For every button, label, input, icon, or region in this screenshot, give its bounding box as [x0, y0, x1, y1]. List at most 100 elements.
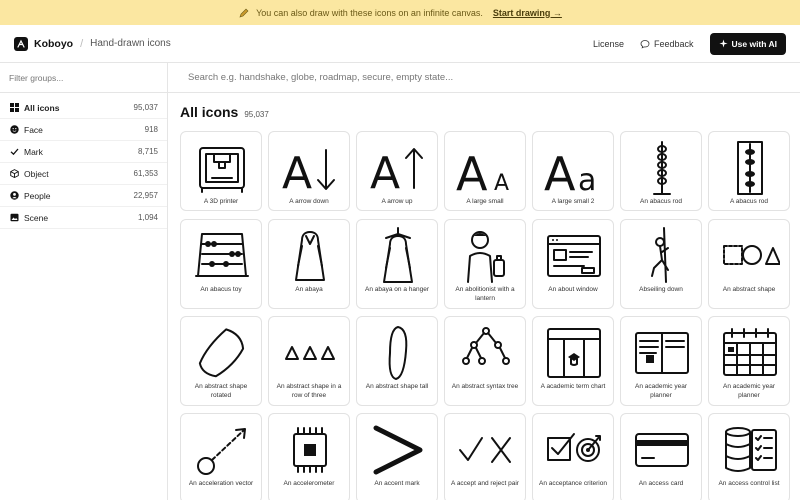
icon-card-label: An abstract syntax tree	[451, 383, 519, 390]
sidebar-item-label: People	[24, 190, 51, 201]
page-title: All icons	[180, 104, 239, 120]
svg-text:a: a	[578, 163, 596, 198]
brand-name[interactable]: Koboyo	[34, 38, 73, 50]
icon-card[interactable]: AaA large small 2	[532, 131, 614, 211]
icon-preview: A	[282, 148, 335, 198]
page-subtitle: Hand-drawn icons	[90, 38, 171, 49]
icon-preview: AA	[456, 147, 509, 198]
use-with-ai-button[interactable]: Use with AI	[709, 32, 786, 55]
sidebar-item-count: 8,715	[137, 147, 158, 156]
icon-card[interactable]: AAA large small	[444, 131, 526, 211]
icon-card[interactable]: An abstract shape tall	[356, 316, 438, 406]
icon-card[interactable]: An access control list	[708, 413, 790, 500]
icon-card[interactable]: An abstract shape rotated	[180, 316, 262, 406]
icon-preview	[285, 346, 335, 360]
icon-card-label: An access card	[638, 480, 684, 487]
svg-text:A: A	[282, 148, 312, 198]
icon-preview	[197, 428, 246, 475]
icon-card-label: An accent mark	[374, 480, 420, 487]
check-icon	[9, 147, 19, 157]
icon-card-label: An abstract shape	[722, 286, 776, 293]
icon-card[interactable]: An abacus toy	[180, 219, 262, 309]
icon-card[interactable]: A academic term chart	[532, 316, 614, 406]
icon-card[interactable]: An access card	[620, 413, 702, 500]
icon-card-label: An abstract shape rotated	[194, 383, 248, 400]
sidebar-item-all-icons[interactable]: All icons 95,037	[0, 97, 167, 119]
icon-card-label: A accept and reject pair	[451, 480, 519, 487]
icon-card[interactable]: A abacus rod	[708, 131, 790, 211]
sidebar-item-label: Scene	[24, 212, 49, 223]
icon-preview	[293, 427, 327, 473]
icon-card[interactable]: An abstract shape	[708, 219, 790, 309]
icon-card-label: A abacus rod	[730, 198, 768, 205]
icon-card[interactable]: An abaya on a hanger	[356, 219, 438, 309]
sidebar-item-people[interactable]: People 22,957	[0, 185, 167, 207]
icon-card-label: An about window	[548, 286, 598, 293]
cube-icon	[9, 169, 19, 179]
icon-card[interactable]: AA arrow down	[268, 131, 350, 211]
sidebar-item-count: 61,353	[133, 169, 158, 178]
icon-card[interactable]: An academic year planner	[708, 316, 790, 406]
icon-preview	[462, 327, 510, 365]
icon-card[interactable]: An acceptance criterion	[532, 413, 614, 500]
icon-card[interactable]: An about window	[532, 219, 614, 309]
icon-preview	[547, 235, 601, 277]
sidebar-item-label: Mark	[24, 146, 43, 157]
icon-card-label: An abaya	[295, 286, 323, 293]
icon-preview	[653, 141, 671, 195]
icon-card[interactable]: An abstract syntax tree	[444, 316, 526, 406]
svg-text:A: A	[370, 148, 400, 198]
icon-card[interactable]: An abacus rod	[620, 131, 702, 211]
sparkle-icon	[718, 39, 728, 48]
icon-preview	[383, 227, 413, 283]
icon-card[interactable]: An accelerometer	[268, 413, 350, 500]
icon-preview	[547, 433, 601, 462]
sidebar-item-label: Face	[24, 124, 43, 135]
image-icon	[9, 213, 19, 223]
sidebar-item-object[interactable]: Object 61,353	[0, 163, 167, 185]
promo-banner: You can also draw with these icons on an…	[0, 0, 800, 25]
sidebar-item-mark[interactable]: Mark 8,715	[0, 141, 167, 163]
icon-card-label: An abstract shape in a row of three	[276, 383, 342, 400]
icon-card[interactable]: An accent mark	[356, 413, 438, 500]
icon-card[interactable]: An acceleration vector	[180, 413, 262, 500]
icon-preview	[198, 328, 245, 378]
license-link[interactable]: License	[593, 39, 624, 49]
koboyo-logo-icon[interactable]	[14, 36, 28, 51]
icon-card-label: A arrow down	[289, 198, 329, 205]
icon-card[interactable]: Abseiling down	[620, 219, 702, 309]
icon-preview	[635, 332, 689, 374]
sidebar-item-face[interactable]: Face 918	[0, 119, 167, 141]
icon-card-label: An abstract shape tall	[365, 383, 429, 390]
icon-card[interactable]: A 3D printer	[180, 131, 262, 211]
feedback-label: Feedback	[653, 38, 694, 49]
icon-preview	[195, 233, 249, 277]
sidebar-item-scene[interactable]: Scene 1,094	[0, 207, 167, 229]
banner-text: You can also draw with these icons on an…	[256, 7, 483, 18]
breadcrumb-separator: /	[80, 37, 84, 50]
icon-card-label: A large small	[466, 198, 504, 205]
search-input[interactable]: Search e.g. handshake, globe, roadmap, s…	[168, 63, 800, 93]
icon-preview	[723, 328, 777, 376]
icon-card[interactable]: An abaya	[268, 219, 350, 309]
filter-groups-input[interactable]: Filter groups...	[0, 63, 167, 93]
icon-card-label: An acceleration vector	[188, 480, 254, 487]
sidebar: Filter groups... All icons 95,037 Face 918 M…	[0, 63, 168, 500]
icon-card[interactable]: An academic year planner	[620, 316, 702, 406]
icon-card-label: A arrow up	[381, 198, 413, 205]
chat-bubble-icon	[640, 39, 650, 49]
svg-text:A: A	[494, 171, 509, 196]
icon-card[interactable]: AA arrow up	[356, 131, 438, 211]
icon-card-label: An abacus rod	[640, 198, 682, 205]
icon-card-label: A academic term chart	[540, 383, 606, 390]
start-drawing-link[interactable]: Start drawing →	[493, 8, 562, 18]
icon-preview	[467, 231, 505, 283]
icon-card[interactable]: An abstract shape in a row of three	[268, 316, 350, 406]
icon-card[interactable]: A accept and reject pair	[444, 413, 526, 500]
icon-preview	[737, 141, 763, 195]
icon-card[interactable]: An abolitionist with a lantern	[444, 219, 526, 309]
feedback-link[interactable]: Feedback	[640, 39, 694, 49]
top-bar: Koboyo / Hand-drawn icons License Feedba…	[0, 25, 800, 63]
use-with-ai-label: Use with AI	[731, 38, 778, 49]
sidebar-item-count: 918	[144, 125, 158, 134]
